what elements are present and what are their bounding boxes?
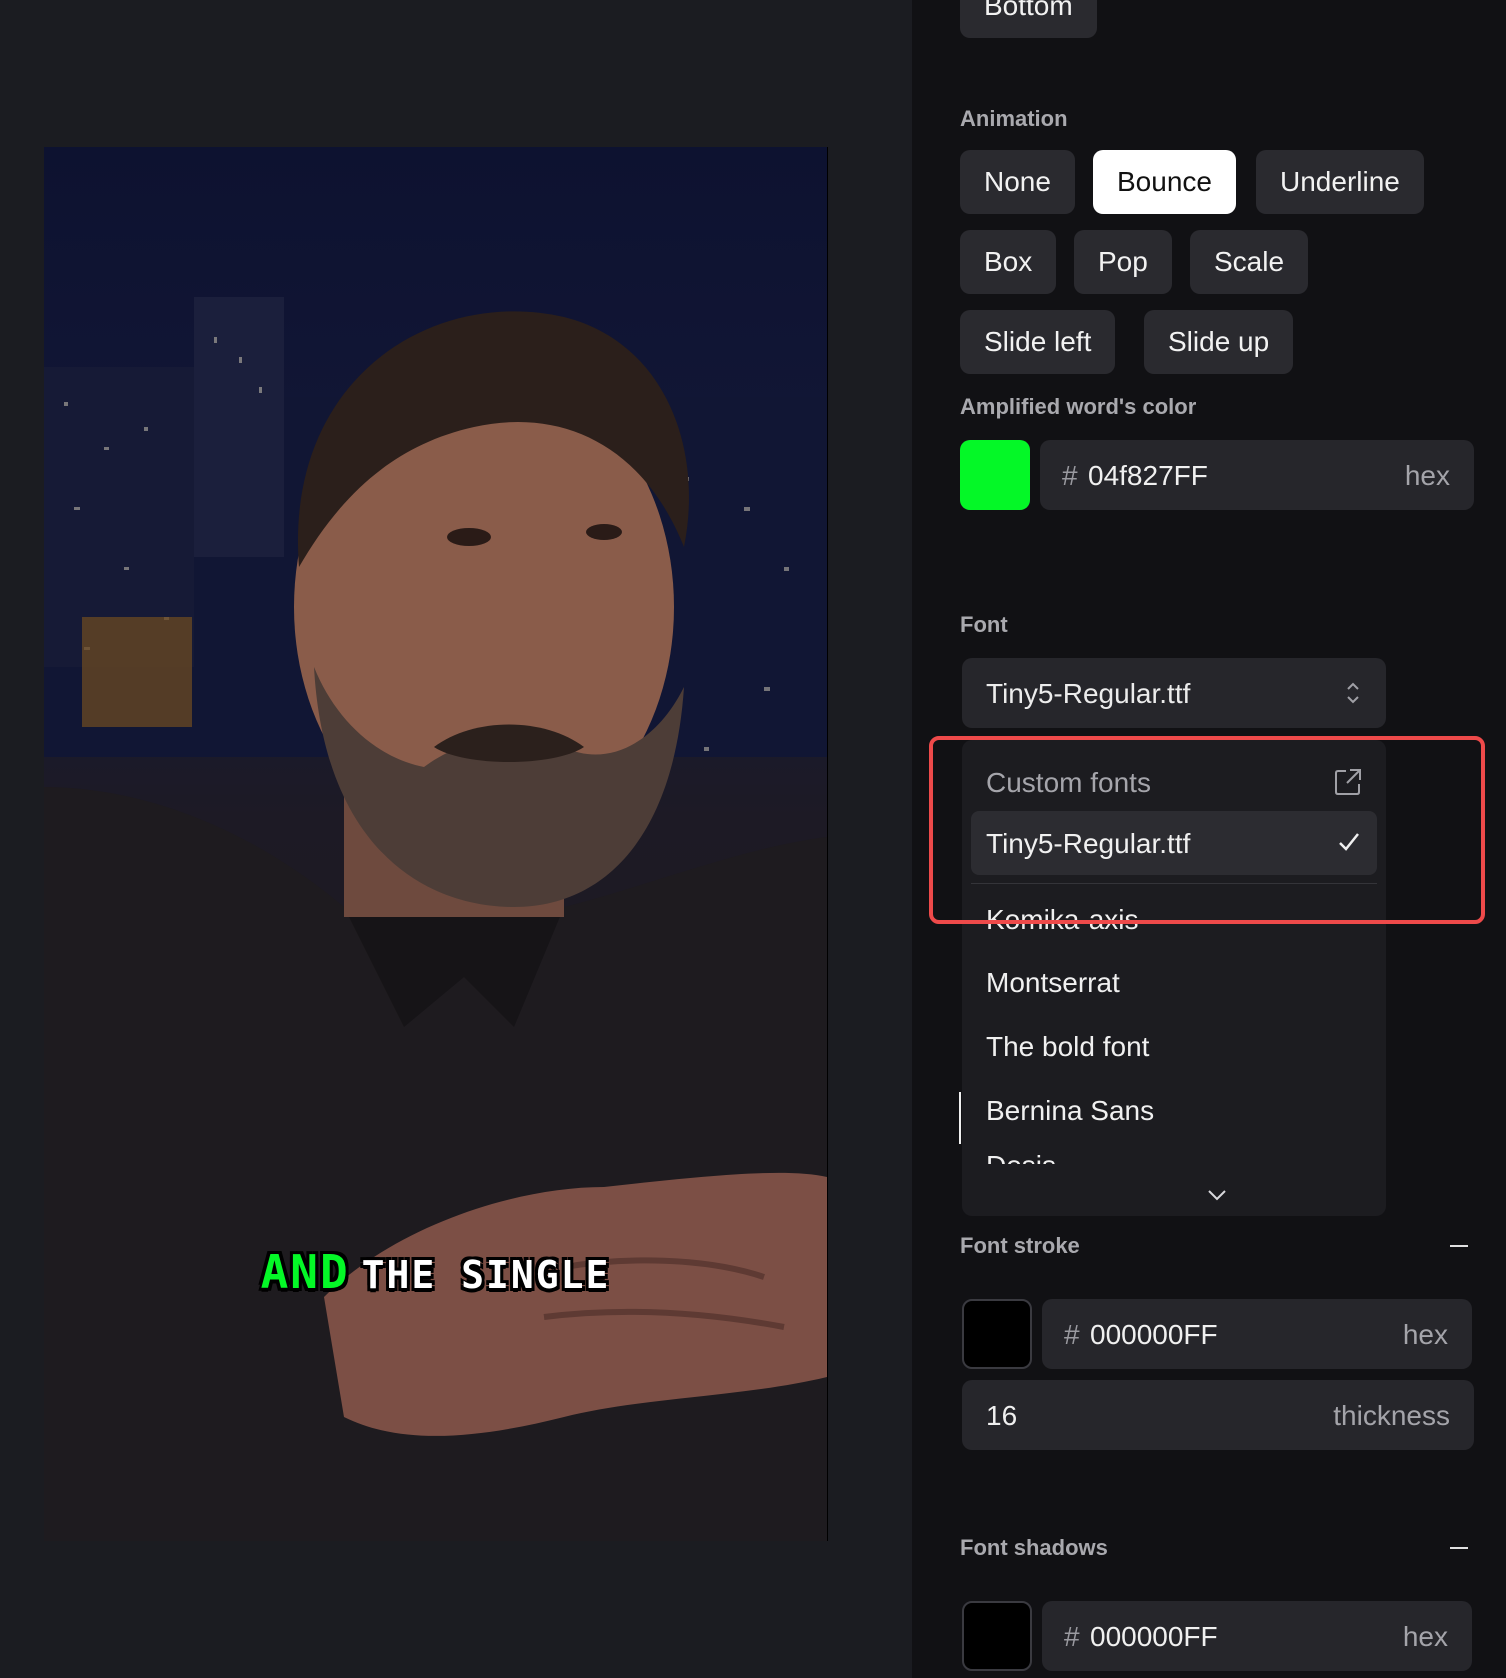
- amplified-color-label: Amplified word's color: [960, 394, 1197, 419]
- settings-panel: Bottom Animation None Bounce Underline B…: [912, 0, 1506, 1678]
- font-stroke-thickness-input[interactable]: 16 thickness: [962, 1380, 1474, 1450]
- animation-none-button[interactable]: None: [960, 150, 1075, 214]
- font-select-value: Tiny5-Regular.ttf: [986, 678, 1191, 709]
- preview-pane: AND THE SINGLE: [0, 0, 912, 1678]
- font-label: Font: [960, 612, 1008, 637]
- font-option-bernina-sans[interactable]: Bernina Sans: [962, 1078, 1386, 1142]
- font-option-montserrat[interactable]: Montserrat: [962, 950, 1386, 1014]
- font-stroke-hex-input[interactable]: # 000000FF hex: [1042, 1299, 1472, 1369]
- chevron-down-icon[interactable]: [1207, 1188, 1227, 1202]
- caption-overlay: AND THE SINGLE: [44, 1245, 827, 1299]
- font-option-label: Dosis: [986, 1150, 1056, 1164]
- thickness-value: 16: [986, 1400, 1018, 1431]
- video-frame-image: [44, 297, 827, 1541]
- font-option-label: Montserrat: [986, 967, 1120, 998]
- animation-pop-button[interactable]: Pop: [1074, 230, 1172, 294]
- caption-text: THE SINGLE: [361, 1253, 611, 1297]
- hex-suffix: hex: [1402, 1621, 1448, 1652]
- chevron-updown-icon: [1347, 682, 1359, 704]
- hash-prefix: #: [1062, 460, 1078, 491]
- minus-icon[interactable]: [1450, 1245, 1468, 1247]
- highlight-annotation-box: [929, 736, 1485, 924]
- font-shadows-hex-input[interactable]: # 000000FF hex: [1042, 1601, 1472, 1671]
- animation-slide-left-button[interactable]: Slide left: [960, 310, 1116, 374]
- font-option-the-bold-font[interactable]: The bold font: [962, 1014, 1386, 1078]
- minus-icon[interactable]: [1450, 1547, 1468, 1549]
- font-stroke-value: 000000FF: [1090, 1319, 1218, 1350]
- amplified-color-hex-input[interactable]: # 04f827FF hex: [1040, 440, 1474, 510]
- font-option-label: Bernina Sans: [986, 1095, 1155, 1126]
- hash-prefix: #: [1064, 1621, 1080, 1652]
- font-shadows-swatch[interactable]: [962, 1601, 1032, 1671]
- amplified-color-swatch[interactable]: [960, 440, 1030, 510]
- thickness-suffix: thickness: [1333, 1400, 1450, 1431]
- font-shadows-label: Font shadows: [960, 1535, 1108, 1560]
- animation-bounce-button[interactable]: Bounce: [1093, 150, 1236, 214]
- text-cursor: [959, 1092, 961, 1144]
- font-stroke-swatch[interactable]: [962, 1299, 1032, 1369]
- amplified-color-value: 04f827FF: [1088, 460, 1208, 491]
- hex-suffix: hex: [1404, 460, 1450, 491]
- font-option-partial[interactable]: Dosis: [962, 1142, 1386, 1164]
- font-select[interactable]: Tiny5-Regular.ttf: [962, 658, 1386, 728]
- font-option-label: The bold font: [986, 1031, 1150, 1062]
- video-preview[interactable]: AND THE SINGLE: [44, 147, 828, 1541]
- font-shadows-value: 000000FF: [1090, 1621, 1218, 1652]
- animation-slide-up-button[interactable]: Slide up: [1144, 310, 1294, 374]
- animation-label: Animation: [960, 106, 1068, 131]
- hash-prefix: #: [1064, 1319, 1080, 1350]
- animation-scale-button[interactable]: Scale: [1190, 230, 1309, 294]
- hex-suffix: hex: [1402, 1319, 1448, 1350]
- animation-underline-button[interactable]: Underline: [1256, 150, 1424, 214]
- position-bottom-button[interactable]: Bottom: [960, 0, 1097, 38]
- font-stroke-label: Font stroke: [960, 1233, 1080, 1258]
- caption-amplified-word: AND: [260, 1245, 350, 1299]
- animation-box-button[interactable]: Box: [960, 230, 1057, 294]
